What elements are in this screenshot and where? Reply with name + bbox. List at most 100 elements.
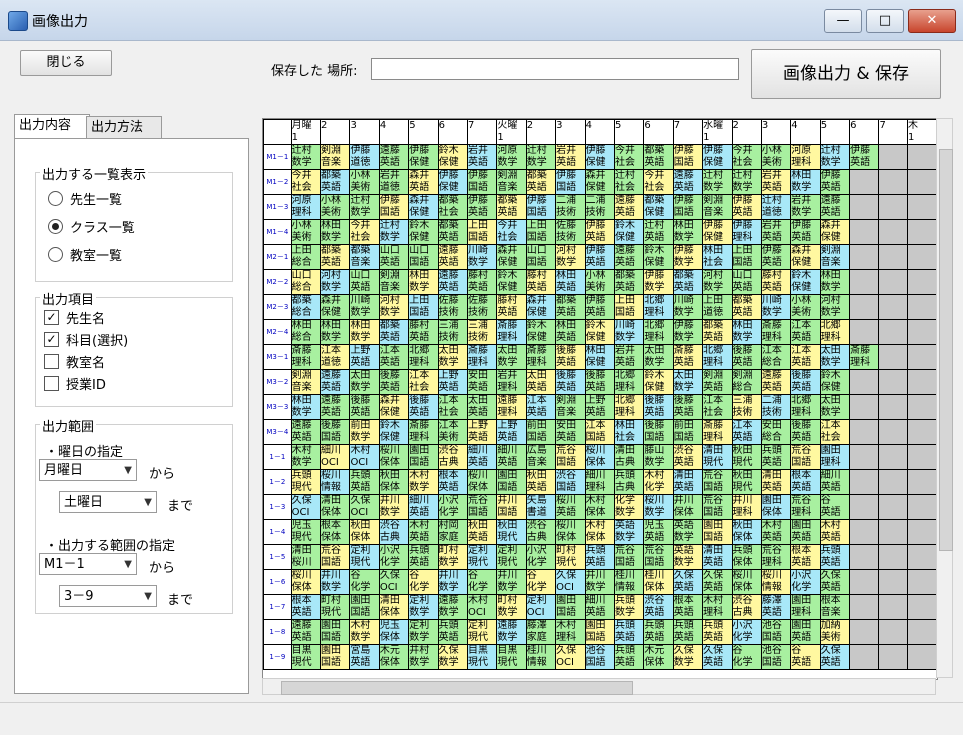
timetable-cell[interactable]: 兵頭 英語 (613, 619, 645, 645)
timetable-cell[interactable]: 二浦 技術 (760, 394, 792, 420)
timetable-cell[interactable]: 太田 数学 (672, 369, 704, 395)
timetable-cell[interactable]: 藤村 英語 (496, 294, 527, 320)
timetable-cell[interactable]: 秋田 保体 (378, 469, 410, 495)
timetable-cell[interactable]: 上田 国語 (408, 294, 439, 320)
timetable-cell[interactable]: 上野 英語 (466, 419, 498, 445)
timetable-view[interactable]: 月曜 1 2 3 4 5 6 7 火曜 1 2 3 4 5 6 7 水曜 1 2 3 4 5 6 7 木 1 M1－1 辻村 数学 剣淵音… (262, 118, 938, 680)
timetable-cell[interactable]: 後藤 英語 (584, 369, 615, 395)
timetable-cell[interactable]: 兵頭 英語 (437, 619, 469, 645)
timetable-cell[interactable]: 都築 音楽 (349, 244, 380, 270)
timetable-cell[interactable]: 伊藤 英語 (790, 219, 821, 245)
timetable-cell[interactable]: 上田 国語 (466, 219, 498, 245)
timetable-cell[interactable]: 都築 英語 (702, 319, 733, 345)
timetable-cell[interactable]: 太田 数学 (643, 344, 674, 370)
timetable-cell[interactable]: 林田 社会 (613, 419, 645, 445)
timetable-cell[interactable]: 岩井 英語 (760, 219, 792, 245)
timetable-cell[interactable]: 河村 数学 (378, 294, 410, 320)
timetable-cell[interactable]: 北郷 理科 (790, 394, 821, 420)
timetable-cell[interactable]: 伊藤 保健 (408, 144, 439, 170)
timetable-cell[interactable]: 遠藤 理科 (496, 394, 527, 420)
timetable-cell[interactable]: 木村 英語 (408, 519, 439, 545)
class-row-header[interactable]: 1－6 (263, 569, 292, 595)
timetable-cell[interactable]: 都築 英語 (378, 319, 410, 345)
timetable-cell[interactable]: 化学 数学 (613, 494, 645, 520)
timetable-cell[interactable]: 太田 英語 (466, 394, 498, 420)
timetable-cell[interactable]: 井川 数学 (437, 569, 469, 595)
timetable-cell[interactable]: 伊藤 理科 (731, 219, 762, 245)
timetable-cell[interactable]: 園田 国語 (555, 594, 586, 620)
timetable-cell[interactable]: 定利 現代 (349, 544, 380, 570)
timetable-cell[interactable]: 後藤 英語 (790, 369, 821, 395)
timetable-cell[interactable]: 森井 保健 (408, 194, 439, 220)
timetable-cell[interactable]: 藤村 英語 (525, 269, 557, 295)
timetable-cell[interactable]: 兵頭 保体 (731, 544, 762, 570)
timetable-cell[interactable]: 鈴木 保健 (408, 219, 439, 245)
timetable-cell[interactable]: 伊藤 数学 (672, 319, 704, 345)
timetable-cell[interactable]: 森井 保健 (584, 169, 615, 195)
timetable-cell[interactable]: 剣淵 音楽 (555, 394, 586, 420)
timetable-cell[interactable]: 宮島 英語 (349, 644, 380, 670)
class-row-header[interactable]: M2－3 (263, 294, 292, 320)
timetable-cell[interactable]: 秋田 英語 (525, 469, 557, 495)
timetable-cell[interactable]: 小沢 化学 (378, 544, 410, 570)
timetable-cell[interactable] (906, 344, 937, 370)
timetable-cell[interactable] (906, 494, 937, 520)
timetable-cell[interactable]: 伊藤 保健 (702, 144, 733, 170)
timetable-cell[interactable]: 佐藤 技術 (555, 219, 586, 245)
timetable-cell[interactable]: 井川 国語 (496, 494, 527, 520)
timetable-cell[interactable]: 森井 保健 (320, 294, 351, 320)
timetable-cell[interactable]: 太田 数学 (349, 369, 380, 395)
timetable-cell[interactable]: 遠藤 英語 (290, 419, 322, 445)
timetable-cell[interactable]: 細川 英語 (408, 494, 439, 520)
timetable-cell[interactable]: 児玉 現代 (290, 519, 322, 545)
timetable-cell[interactable]: 藤村 英語 (466, 269, 498, 295)
timetable-cell[interactable]: 江本 英語 (790, 344, 821, 370)
timetable-cell[interactable]: 桂川 情報 (613, 569, 645, 595)
timetable-cell[interactable] (906, 569, 937, 595)
timetable-cell[interactable] (878, 469, 908, 495)
timetable-cell[interactable] (849, 494, 880, 520)
timetable-cell[interactable]: 岩井 数学 (790, 194, 821, 220)
timetable-cell[interactable]: 園田 理科 (819, 444, 851, 470)
timetable-cell[interactable]: 荒谷 理科 (790, 494, 821, 520)
timetable-cell[interactable]: 根本 英語 (672, 594, 704, 620)
timetable-cell[interactable]: 兵頭 英語 (349, 469, 380, 495)
timetable-cell[interactable]: 荒谷 国語 (643, 544, 674, 570)
timetable-cell[interactable]: 細川 OCI (320, 444, 351, 470)
timetable-cell[interactable]: 林田 数学 (408, 269, 439, 295)
timetable-cell[interactable]: 三浦 技術 (437, 319, 469, 345)
timetable-cell[interactable]: 細川 理科 (584, 469, 615, 495)
radio-class-list[interactable] (48, 219, 63, 234)
timetable-cell[interactable] (906, 169, 937, 195)
timetable-cell[interactable]: 上田 総合 (290, 244, 322, 270)
timetable-cell[interactable]: 河原 数学 (496, 144, 527, 170)
timetable-cell[interactable]: 荒谷 国語 (702, 494, 733, 520)
timetable-cell[interactable]: 渋谷 古典 (437, 444, 469, 470)
timetable-cell[interactable] (878, 619, 908, 645)
timetable-cell[interactable]: 定利 OCI (525, 594, 557, 620)
timetable-cell[interactable] (906, 294, 937, 320)
timetable-cell[interactable]: 岩井 英語 (555, 144, 586, 170)
timetable-cell[interactable]: 遠藤 英語 (613, 194, 645, 220)
timetable-cell[interactable] (878, 644, 908, 670)
timetable-cell[interactable]: 遠藤 英語 (760, 369, 792, 395)
range-to-select[interactable]: 3－9 ▼ (59, 585, 157, 607)
timetable-cell[interactable]: 木村 数学 (408, 469, 439, 495)
timetable-cell[interactable] (849, 294, 880, 320)
timetable-cell[interactable]: 久保 英語 (819, 569, 851, 595)
timetable-cell[interactable]: 桜川 保体 (290, 569, 322, 595)
timetable-cell[interactable]: 伊藤 国語 (466, 169, 498, 195)
timetable-cell[interactable]: 都築 英語 (320, 244, 351, 270)
timetable-cell[interactable] (849, 619, 880, 645)
timetable-cell[interactable]: 兵頭 英語 (672, 619, 704, 645)
timetable-cell[interactable]: 木村 数学 (349, 619, 380, 645)
timetable-cell[interactable]: 細川 英語 (584, 594, 615, 620)
timetable-cell[interactable]: 根本 保体 (320, 519, 351, 545)
timetable-cell[interactable]: 荒谷 国語 (613, 544, 645, 570)
horizontal-scrollbar[interactable] (262, 678, 936, 695)
timetable-cell[interactable]: 藤澤 家庭 (525, 619, 557, 645)
timetable-cell[interactable]: 伊藤 英語 (849, 144, 880, 170)
timetable-cell[interactable]: 都築 英語 (320, 169, 351, 195)
timetable-cell[interactable]: 江本 国語 (584, 419, 615, 445)
timetable-cell[interactable]: 伊藤 国語 (672, 144, 704, 170)
